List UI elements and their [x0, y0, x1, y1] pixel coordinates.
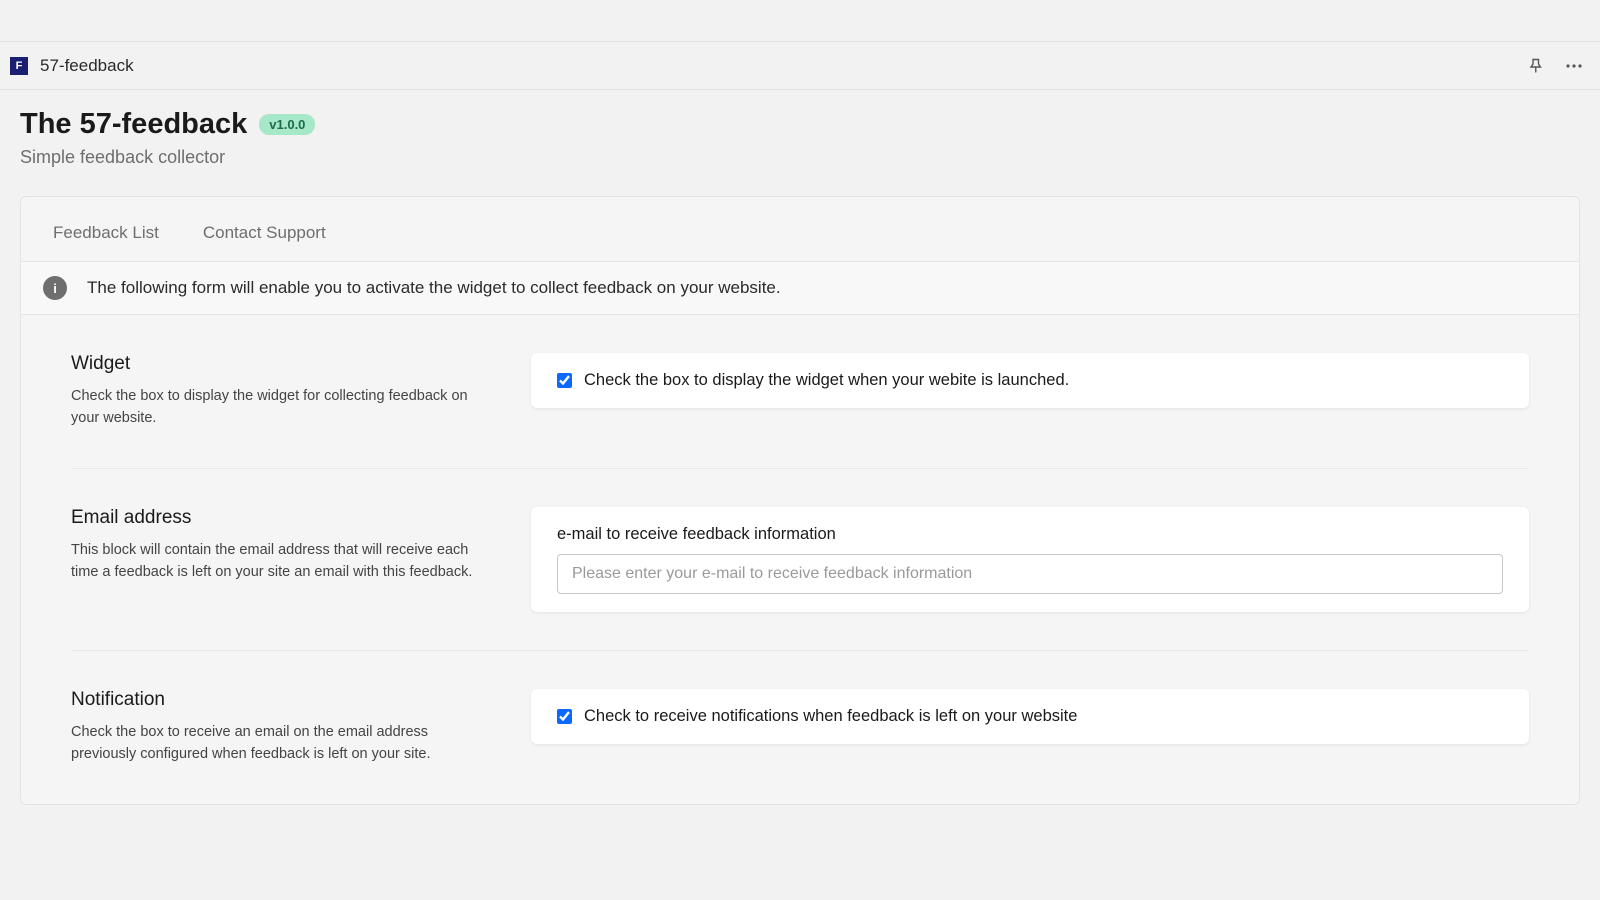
form-body: Widget Check the box to display the widg… [21, 315, 1579, 804]
info-icon: i [43, 276, 67, 300]
section-notification: Notification Check the box to receive an… [71, 651, 1529, 804]
section-email-title: Email address [71, 507, 491, 529]
widget-card: Check the box to display the widget when… [531, 353, 1529, 408]
pin-button[interactable] [1526, 56, 1546, 76]
section-notification-left: Notification Check the box to receive an… [71, 689, 531, 766]
page-subtitle: Simple feedback collector [20, 147, 1580, 168]
section-widget-title: Widget [71, 353, 491, 375]
app-icon: F [10, 57, 28, 75]
email-field-label: e-mail to receive feedback information [557, 525, 1503, 544]
section-email: Email address This block will contain th… [71, 469, 1529, 651]
content: The 57-feedback v1.0.0 Simple feedback c… [0, 90, 1600, 805]
email-input[interactable] [557, 554, 1503, 594]
widget-checkbox-row[interactable]: Check the box to display the widget when… [557, 371, 1503, 390]
ellipsis-icon [1566, 64, 1582, 68]
more-button[interactable] [1564, 56, 1584, 76]
breadcrumb-actions [1526, 56, 1584, 76]
notification-checkbox-row[interactable]: Check to receive notifications when feed… [557, 707, 1503, 726]
tab-contact-support[interactable]: Contact Support [203, 215, 326, 261]
breadcrumb-left: F 57-feedback [10, 56, 134, 76]
pin-icon [1528, 58, 1544, 74]
widget-checkbox-label: Check the box to display the widget when… [584, 371, 1069, 390]
section-email-description: This block will contain the email addres… [71, 539, 491, 584]
email-card: e-mail to receive feedback information [531, 507, 1529, 612]
main-panel: Feedback List Contact Support i The foll… [20, 196, 1580, 805]
page-title: The 57-feedback [20, 108, 247, 141]
version-badge: v1.0.0 [259, 114, 315, 135]
info-banner: i The following form will enable you to … [21, 262, 1579, 315]
section-notification-right: Check to receive notifications when feed… [531, 689, 1529, 766]
notification-checkbox-label: Check to receive notifications when feed… [584, 707, 1077, 726]
section-notification-description: Check the box to receive an email on the… [71, 721, 491, 766]
notification-card: Check to receive notifications when feed… [531, 689, 1529, 744]
app-icon-letter: F [16, 60, 23, 72]
breadcrumb-bar: F 57-feedback [0, 42, 1600, 90]
info-banner-text: The following form will enable you to ac… [87, 278, 781, 298]
section-widget-left: Widget Check the box to display the widg… [71, 353, 531, 430]
section-email-right: e-mail to receive feedback information [531, 507, 1529, 612]
tab-feedback-list[interactable]: Feedback List [53, 215, 159, 261]
section-widget-description: Check the box to display the widget for … [71, 385, 491, 430]
section-widget: Widget Check the box to display the widg… [71, 315, 1529, 469]
title-row: The 57-feedback v1.0.0 [20, 108, 1580, 141]
tabs: Feedback List Contact Support [21, 197, 1579, 262]
widget-checkbox[interactable] [557, 373, 572, 388]
section-email-left: Email address This block will contain th… [71, 507, 531, 612]
section-widget-right: Check the box to display the widget when… [531, 353, 1529, 430]
top-spacer [0, 0, 1600, 42]
notification-checkbox[interactable] [557, 709, 572, 724]
section-notification-title: Notification [71, 689, 491, 711]
breadcrumb-app-name: 57-feedback [40, 56, 134, 76]
